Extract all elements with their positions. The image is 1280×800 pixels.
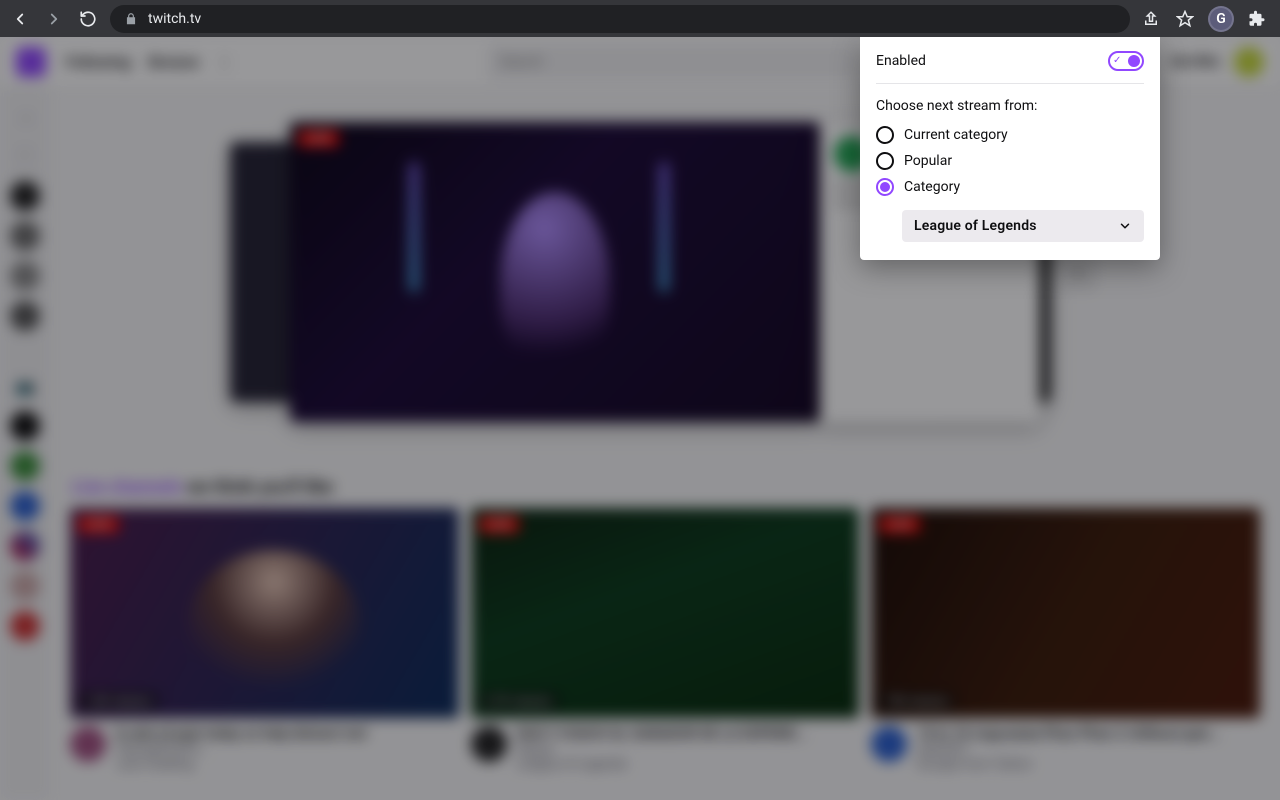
address-bar[interactable]: twitch.tv: [110, 5, 1130, 33]
extensions-puzzle-icon[interactable]: [1246, 8, 1268, 30]
forward-button[interactable]: [42, 7, 66, 31]
browser-toolbar: twitch.tv G: [0, 0, 1280, 37]
enabled-label: Enabled: [876, 53, 926, 69]
extension-badge-letter: G: [1216, 11, 1226, 27]
bookmark-star-icon[interactable]: [1174, 8, 1196, 30]
share-icon[interactable]: [1140, 8, 1162, 30]
extension-popup: Enabled ✓ Choose next stream from: Curre…: [860, 37, 1160, 260]
choose-stream-label: Choose next stream from:: [876, 98, 1144, 114]
page-viewport: Following Browse ⋮ Search Get Bits → ♡: [0, 37, 1280, 800]
url-text: twitch.tv: [148, 11, 201, 27]
option-label: Current category: [904, 127, 1008, 143]
radio-icon: [876, 126, 894, 144]
option-category[interactable]: Category: [876, 174, 1144, 200]
extension-badge[interactable]: G: [1208, 6, 1234, 32]
option-popular[interactable]: Popular: [876, 148, 1144, 174]
chevron-down-icon: [1118, 219, 1132, 233]
reload-button[interactable]: [76, 7, 100, 31]
enabled-toggle[interactable]: ✓: [1108, 51, 1144, 71]
option-current-category[interactable]: Current category: [876, 122, 1144, 148]
radio-icon: [876, 152, 894, 170]
option-label: Popular: [904, 153, 952, 169]
radio-icon: [876, 178, 894, 196]
check-icon: ✓: [1113, 56, 1121, 66]
selected-category: League of Legends: [914, 218, 1037, 234]
lock-icon: [124, 12, 138, 26]
option-label: Category: [904, 179, 960, 195]
category-select[interactable]: League of Legends: [902, 210, 1144, 242]
back-button[interactable]: [8, 7, 32, 31]
